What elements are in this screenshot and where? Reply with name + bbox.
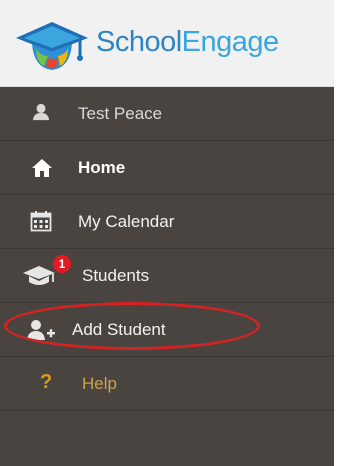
sidebar-item-user[interactable]: Test Peace <box>0 87 334 141</box>
question-icon: ? <box>40 371 53 393</box>
sidebar: Test Peace Home My Calendar 1 Students A… <box>0 87 334 466</box>
page-edge <box>334 0 340 466</box>
sidebar-item-help[interactable]: ? Help <box>0 357 334 411</box>
sidebar-item-label: Add Student <box>72 320 166 339</box>
user-icon <box>32 103 50 121</box>
calendar-icon <box>30 211 52 232</box>
header: SchoolEngage <box>0 0 334 87</box>
sidebar-item-label: My Calendar <box>78 212 175 231</box>
sidebar-item-label: Home <box>78 158 126 177</box>
sidebar-item-add-student[interactable]: Add Student <box>0 303 334 357</box>
brand-school: School <box>96 26 182 58</box>
logo-icon[interactable] <box>14 16 90 74</box>
home-icon <box>32 159 52 177</box>
sidebar-item-label: Students <box>82 266 150 285</box>
brand-name[interactable]: SchoolEngage <box>96 26 279 59</box>
brand-engage: Engage <box>181 26 280 58</box>
graduation-cap-icon <box>23 266 55 285</box>
sidebar-item-calendar[interactable]: My Calendar <box>0 195 334 249</box>
app-frame: SchoolEngage Test Peace Home My Calendar… <box>0 0 340 466</box>
sidebar-item-students[interactable]: 1 Students <box>0 249 334 303</box>
sidebar-item-label: Help <box>82 374 117 393</box>
sidebar-item-home[interactable]: Home <box>0 141 334 195</box>
sidebar-item-label: Test Peace <box>78 104 163 123</box>
add-user-icon <box>27 320 55 340</box>
notification-badge: 1 <box>53 255 71 273</box>
